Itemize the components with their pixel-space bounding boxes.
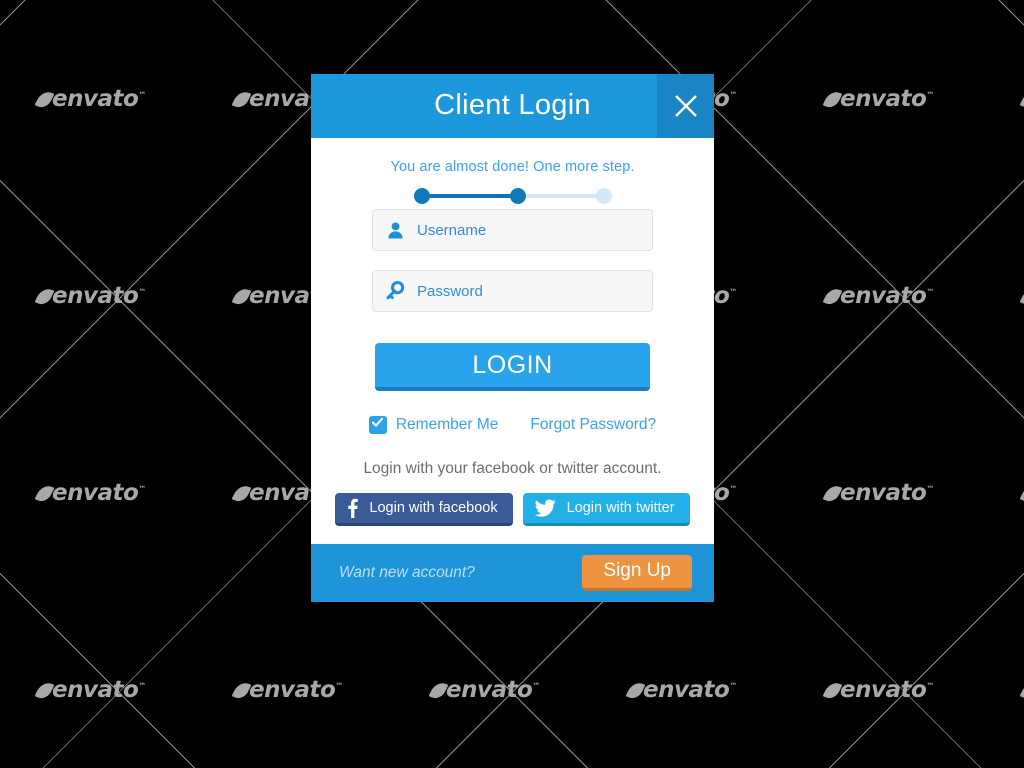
remember-me-checkbox[interactable]: Remember Me xyxy=(368,416,499,434)
twitter-icon xyxy=(534,499,556,517)
facebook-login-label: Login with facebook xyxy=(369,500,498,516)
page-title: Client Login xyxy=(434,88,591,121)
social-buttons: Login with facebook Login with twitter xyxy=(311,493,714,526)
key-icon xyxy=(373,281,417,301)
modal-header: Client Login xyxy=(311,74,714,138)
step-dot-1[interactable] xyxy=(413,188,430,204)
check-icon xyxy=(371,416,384,434)
facebook-icon xyxy=(347,498,359,518)
password-field[interactable] xyxy=(372,270,653,312)
facebook-login-button[interactable]: Login with facebook xyxy=(335,493,513,526)
forgot-password-link[interactable]: Forgot Password? xyxy=(530,416,656,434)
checkbox-box[interactable] xyxy=(368,416,387,434)
username-input[interactable] xyxy=(417,210,652,250)
signup-button[interactable]: Sign Up xyxy=(582,555,692,591)
remember-row: Remember Me Forgot Password? xyxy=(311,416,714,434)
modal-footer: Want new account? Sign Up xyxy=(311,544,714,602)
step-line-filled xyxy=(421,194,518,198)
footer-prompt: Want new account? xyxy=(339,564,475,581)
step-dot-3[interactable] xyxy=(595,188,612,204)
login-button[interactable]: LOGIN xyxy=(375,343,650,391)
modal-body: You are almost done! One more step. User… xyxy=(311,138,714,544)
progress-message: You are almost done! One more step. xyxy=(390,159,635,175)
social-login-note: Login with your facebook or twitter acco… xyxy=(363,460,662,477)
twitter-login-button[interactable]: Login with twitter xyxy=(522,493,690,526)
step-indicator xyxy=(311,183,714,209)
remember-me-label: Remember Me xyxy=(395,416,499,433)
login-modal: Client Login You are almost done! One mo… xyxy=(311,74,714,602)
step-track xyxy=(413,183,612,209)
close-icon xyxy=(672,92,700,120)
twitter-login-label: Login with twitter xyxy=(566,500,675,516)
user-icon xyxy=(373,221,417,240)
close-button[interactable] xyxy=(657,74,714,138)
step-dot-2[interactable] xyxy=(509,188,526,204)
password-input[interactable] xyxy=(417,271,652,311)
username-field[interactable] xyxy=(372,209,653,251)
